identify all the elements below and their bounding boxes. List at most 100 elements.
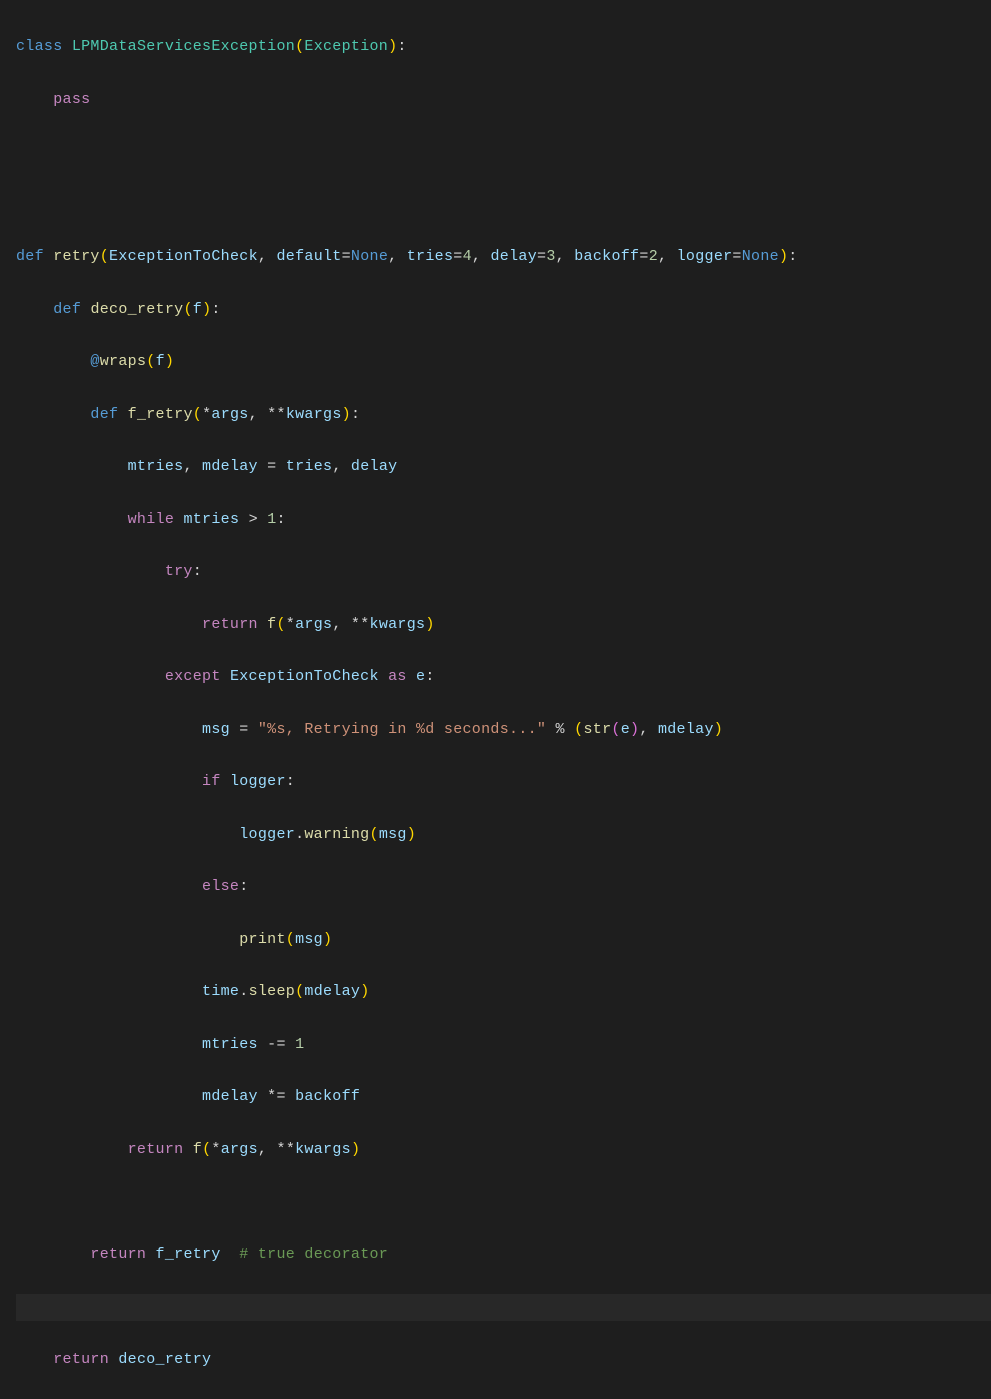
keyword-def: def xyxy=(90,406,118,423)
paren: ( xyxy=(100,248,109,265)
variable: msg xyxy=(295,931,323,948)
param: args xyxy=(211,406,248,423)
string-literal: "%s, Retrying in %d seconds..." xyxy=(258,721,546,738)
code-line[interactable]: mtries -= 1 xyxy=(16,1032,991,1058)
variable: mtries xyxy=(202,1036,258,1053)
code-line[interactable]: class LPMDataServicesException(Exception… xyxy=(16,34,991,60)
keyword-if: if xyxy=(202,773,221,790)
param: default xyxy=(276,248,341,265)
variable: f_retry xyxy=(156,1246,221,1263)
keyword-return: return xyxy=(202,616,258,633)
keyword-return: return xyxy=(128,1141,184,1158)
decorator-name: wraps xyxy=(100,353,147,370)
code-line[interactable]: pass xyxy=(16,87,991,113)
keyword-else: else xyxy=(202,878,239,895)
param: ExceptionToCheck xyxy=(109,248,258,265)
method-call: sleep xyxy=(249,983,296,1000)
code-line[interactable] xyxy=(16,139,991,165)
variable: logger xyxy=(230,773,286,790)
code-line[interactable]: logger.warning(msg) xyxy=(16,822,991,848)
number-literal: 3 xyxy=(546,248,555,265)
variable: mdelay xyxy=(202,1088,258,1105)
variable: args xyxy=(221,1141,258,1158)
code-line[interactable]: while mtries > 1: xyxy=(16,507,991,533)
param: f xyxy=(193,301,202,318)
variable: msg xyxy=(202,721,230,738)
code-line[interactable]: mtries, mdelay = tries, delay xyxy=(16,454,991,480)
object: logger xyxy=(239,826,295,843)
number-literal: 2 xyxy=(649,248,658,265)
code-editor[interactable]: class LPMDataServicesException(Exception… xyxy=(0,8,991,1399)
variable: backoff xyxy=(295,1088,360,1105)
keyword-while: while xyxy=(128,511,175,528)
comment: # true decorator xyxy=(239,1246,388,1263)
builtin-function: print xyxy=(239,931,286,948)
param: delay xyxy=(491,248,538,265)
number-literal: 4 xyxy=(463,248,472,265)
function-call: f xyxy=(193,1141,202,1158)
param: logger xyxy=(677,248,733,265)
function-name: retry xyxy=(53,248,100,265)
param: f xyxy=(156,353,165,370)
function-name: deco_retry xyxy=(90,301,183,318)
variable: mtries xyxy=(183,511,239,528)
variable: args xyxy=(295,616,332,633)
param: tries xyxy=(407,248,454,265)
variable: mdelay xyxy=(658,721,714,738)
code-line[interactable]: return f(*args, **kwargs) xyxy=(16,1137,991,1163)
variable: kwargs xyxy=(370,616,426,633)
function-name: f_retry xyxy=(128,406,193,423)
keyword-class: class xyxy=(16,38,63,55)
variable: mdelay xyxy=(202,458,258,475)
paren: ) xyxy=(779,248,788,265)
code-line[interactable]: return deco_retry xyxy=(16,1347,991,1373)
code-line[interactable]: return f(*args, **kwargs) xyxy=(16,612,991,638)
code-line[interactable]: time.sleep(mdelay) xyxy=(16,979,991,1005)
number-literal: 1 xyxy=(295,1036,304,1053)
variable: msg xyxy=(379,826,407,843)
builtin-function: str xyxy=(583,721,611,738)
paren: ( xyxy=(295,38,304,55)
keyword-try: try xyxy=(165,563,193,580)
keyword-def: def xyxy=(16,248,44,265)
code-line[interactable]: def deco_retry(f): xyxy=(16,297,991,323)
colon: : xyxy=(397,38,406,55)
keyword-def: def xyxy=(53,301,81,318)
decorator-at: @ xyxy=(90,353,99,370)
param: kwargs xyxy=(286,406,342,423)
method-call: warning xyxy=(304,826,369,843)
variable: kwargs xyxy=(295,1141,351,1158)
code-line[interactable]: if logger: xyxy=(16,769,991,795)
code-line[interactable]: def f_retry(*args, **kwargs): xyxy=(16,402,991,428)
code-line-highlighted[interactable] xyxy=(16,1294,991,1320)
keyword-except: except xyxy=(165,668,221,685)
code-line[interactable]: msg = "%s, Retrying in %d seconds..." % … xyxy=(16,717,991,743)
class-name: LPMDataServicesException xyxy=(72,38,295,55)
code-line[interactable]: mdelay *= backoff xyxy=(16,1084,991,1110)
keyword-return: return xyxy=(53,1351,109,1368)
code-line[interactable] xyxy=(16,192,991,218)
object: time xyxy=(202,983,239,1000)
code-line[interactable]: else: xyxy=(16,874,991,900)
code-line[interactable]: def retry(ExceptionToCheck, default=None… xyxy=(16,244,991,270)
keyword-return: return xyxy=(90,1246,146,1263)
none-literal: None xyxy=(351,248,388,265)
none-literal: None xyxy=(742,248,779,265)
base-class: Exception xyxy=(304,38,388,55)
code-line[interactable]: except ExceptionToCheck as e: xyxy=(16,664,991,690)
exception-type: ExceptionToCheck xyxy=(230,668,379,685)
keyword-as: as xyxy=(388,668,407,685)
variable: e xyxy=(621,721,630,738)
number-literal: 1 xyxy=(267,511,276,528)
variable: delay xyxy=(351,458,398,475)
variable: e xyxy=(416,668,425,685)
variable: mdelay xyxy=(304,983,360,1000)
code-line[interactable]: try: xyxy=(16,559,991,585)
param: backoff xyxy=(574,248,639,265)
variable: mtries xyxy=(128,458,184,475)
code-line[interactable]: @wraps(f) xyxy=(16,349,991,375)
keyword-pass: pass xyxy=(53,91,90,108)
code-line[interactable]: print(msg) xyxy=(16,927,991,953)
code-line[interactable] xyxy=(16,1189,991,1215)
code-line[interactable]: return f_retry # true decorator xyxy=(16,1242,991,1268)
